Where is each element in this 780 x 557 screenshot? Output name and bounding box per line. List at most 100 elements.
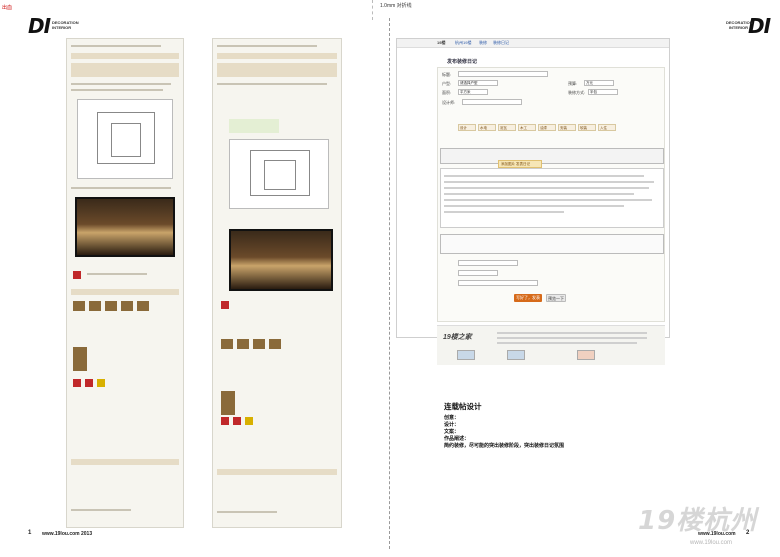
thumb-header-line	[71, 45, 161, 47]
title-input[interactable]	[458, 71, 548, 77]
thumb-text-line	[71, 83, 171, 85]
footer-badge	[507, 350, 525, 360]
thumb-section-bar	[217, 469, 337, 475]
caption-copy: 文案：	[444, 429, 460, 435]
form-title: 发布装修日记	[447, 59, 478, 65]
diary-form: 标题: 户型: 请选择户型 面积: 平方米 预算: 万元 装修方式: 半包 设计…	[437, 67, 665, 322]
field-label: 面积:	[442, 90, 452, 95]
thumb-text-line	[217, 83, 327, 85]
thumb-room-photo	[229, 229, 333, 291]
stage-tab[interactable]: 入住	[598, 124, 616, 131]
caption-creative: 创意：	[444, 415, 460, 421]
thumb-badge	[73, 379, 81, 387]
footer-brand: 19楼之家	[443, 334, 472, 341]
brand-logo-sub-right: DECORATION INTERIOR	[726, 20, 753, 30]
page-url-left: www.19lou.com 2013	[42, 531, 93, 537]
thumb-small-image	[137, 301, 149, 311]
footer-badge	[577, 350, 595, 360]
watermark-logo: 19楼杭州	[638, 506, 758, 536]
stage-tab[interactable]: 软装	[578, 124, 596, 131]
layout-select[interactable]: 请选择户型	[458, 80, 498, 86]
thumb-small-image	[253, 339, 265, 349]
fold-line	[389, 18, 390, 549]
thumb-section-bar	[71, 289, 179, 295]
site-footer: 19楼之家	[437, 325, 665, 365]
page-number-left: 1	[28, 530, 32, 536]
designer-input[interactable]	[462, 99, 522, 105]
design-caption: 连载帖设计 创意： 设计： 文案： 作品阐述： 简约装修，尽可能的突出装修阶段，…	[444, 401, 644, 450]
brand-logo-left: DI	[28, 14, 51, 38]
stage-tab[interactable]: 木工	[518, 124, 536, 131]
form-screenshot: 19楼 杭州19楼 装修 装修日记 发布装修日记 标题: 户型: 请选择户型 面…	[396, 38, 670, 365]
option-input[interactable]	[458, 270, 498, 276]
field-label: 装修方式:	[568, 90, 586, 95]
stage-tab[interactable]: 水电	[478, 124, 496, 131]
thumb-small-image	[121, 301, 133, 311]
fold-line-mark: 1.0mm 对折线	[380, 3, 412, 9]
preview-button[interactable]: 预览一下	[546, 294, 566, 302]
field-label: 预算:	[568, 81, 578, 86]
site-name: 19楼	[437, 40, 446, 45]
footer-badge	[457, 350, 475, 360]
thumb-small-image	[73, 347, 87, 371]
thumb-info-box	[71, 63, 179, 77]
thumb-badge	[97, 379, 105, 387]
brand-logo-sub-left: DECORATION INTERIOR	[52, 20, 79, 30]
option-input[interactable]	[458, 260, 518, 266]
budget-input[interactable]: 万元	[584, 80, 614, 86]
trim-guide	[372, 0, 373, 20]
thumb-small-image	[221, 391, 235, 415]
nav-item[interactable]: 装修日记	[493, 40, 509, 46]
thumb-info-box	[217, 63, 337, 77]
thumb-badge	[245, 417, 253, 425]
stage-tab[interactable]: 泥瓦	[498, 124, 516, 131]
thumb-small-image	[73, 301, 85, 311]
thumb-nav-bar	[217, 53, 337, 59]
submit-button[interactable]: 写好了，发表	[514, 294, 542, 302]
thumb-floor-plan	[229, 139, 329, 209]
method-select[interactable]: 半包	[588, 89, 618, 95]
thumb-header-line	[217, 45, 317, 47]
watermark-url: www.19lou.com	[690, 540, 733, 546]
thumb-badge	[73, 271, 81, 279]
thumb-small-image	[89, 301, 101, 311]
field-label: 设计师:	[442, 100, 456, 105]
page-thumbnail-1	[66, 38, 184, 528]
bleed-mark: 出血	[2, 5, 13, 11]
stage-tab[interactable]: 安装	[558, 124, 576, 131]
nav-item[interactable]: 装修	[479, 40, 487, 46]
nav-item[interactable]: 杭州19楼	[455, 40, 471, 46]
thumb-footer-line	[71, 509, 131, 511]
field-label: 标题:	[442, 72, 452, 77]
thumb-small-image	[221, 339, 233, 349]
caption-title: 连载帖设计	[444, 402, 482, 411]
field-label: 户型:	[442, 81, 452, 86]
thumb-floor-plan	[77, 99, 173, 179]
option-input[interactable]	[458, 280, 538, 286]
stage-tab[interactable]: 设计	[458, 124, 476, 131]
thumb-green-box	[229, 119, 279, 133]
thumb-badge	[221, 417, 229, 425]
thumb-nav-bar	[71, 53, 179, 59]
diary-editor[interactable]	[440, 168, 664, 228]
attachment-box[interactable]	[440, 234, 664, 254]
thumb-badge	[221, 301, 229, 309]
thumb-badge	[85, 379, 93, 387]
thumb-section-bar	[71, 459, 179, 465]
site-topbar: 19楼 杭州19楼 装修 装修日记	[397, 39, 669, 48]
thumb-badge	[233, 417, 241, 425]
thumb-small-image	[105, 301, 117, 311]
thumb-text-line	[87, 273, 147, 275]
thumb-footer-line	[217, 511, 277, 513]
thumb-room-photo	[75, 197, 175, 257]
area-input[interactable]: 平方米	[458, 89, 488, 95]
stage-tab[interactable]: 油漆	[538, 124, 556, 131]
editor-toolbar[interactable]	[440, 148, 664, 164]
thumb-text-line	[71, 89, 163, 91]
thumb-small-image	[237, 339, 249, 349]
tip-bubble: 添加图片 发表日记	[498, 160, 542, 168]
caption-statement-label: 作品阐述：	[444, 436, 470, 442]
thumb-text-line	[71, 187, 171, 189]
caption-statement: 简约装修，尽可能的突出装修阶段，突出装修日记氛围	[444, 443, 565, 449]
caption-design: 设计：	[444, 422, 460, 428]
